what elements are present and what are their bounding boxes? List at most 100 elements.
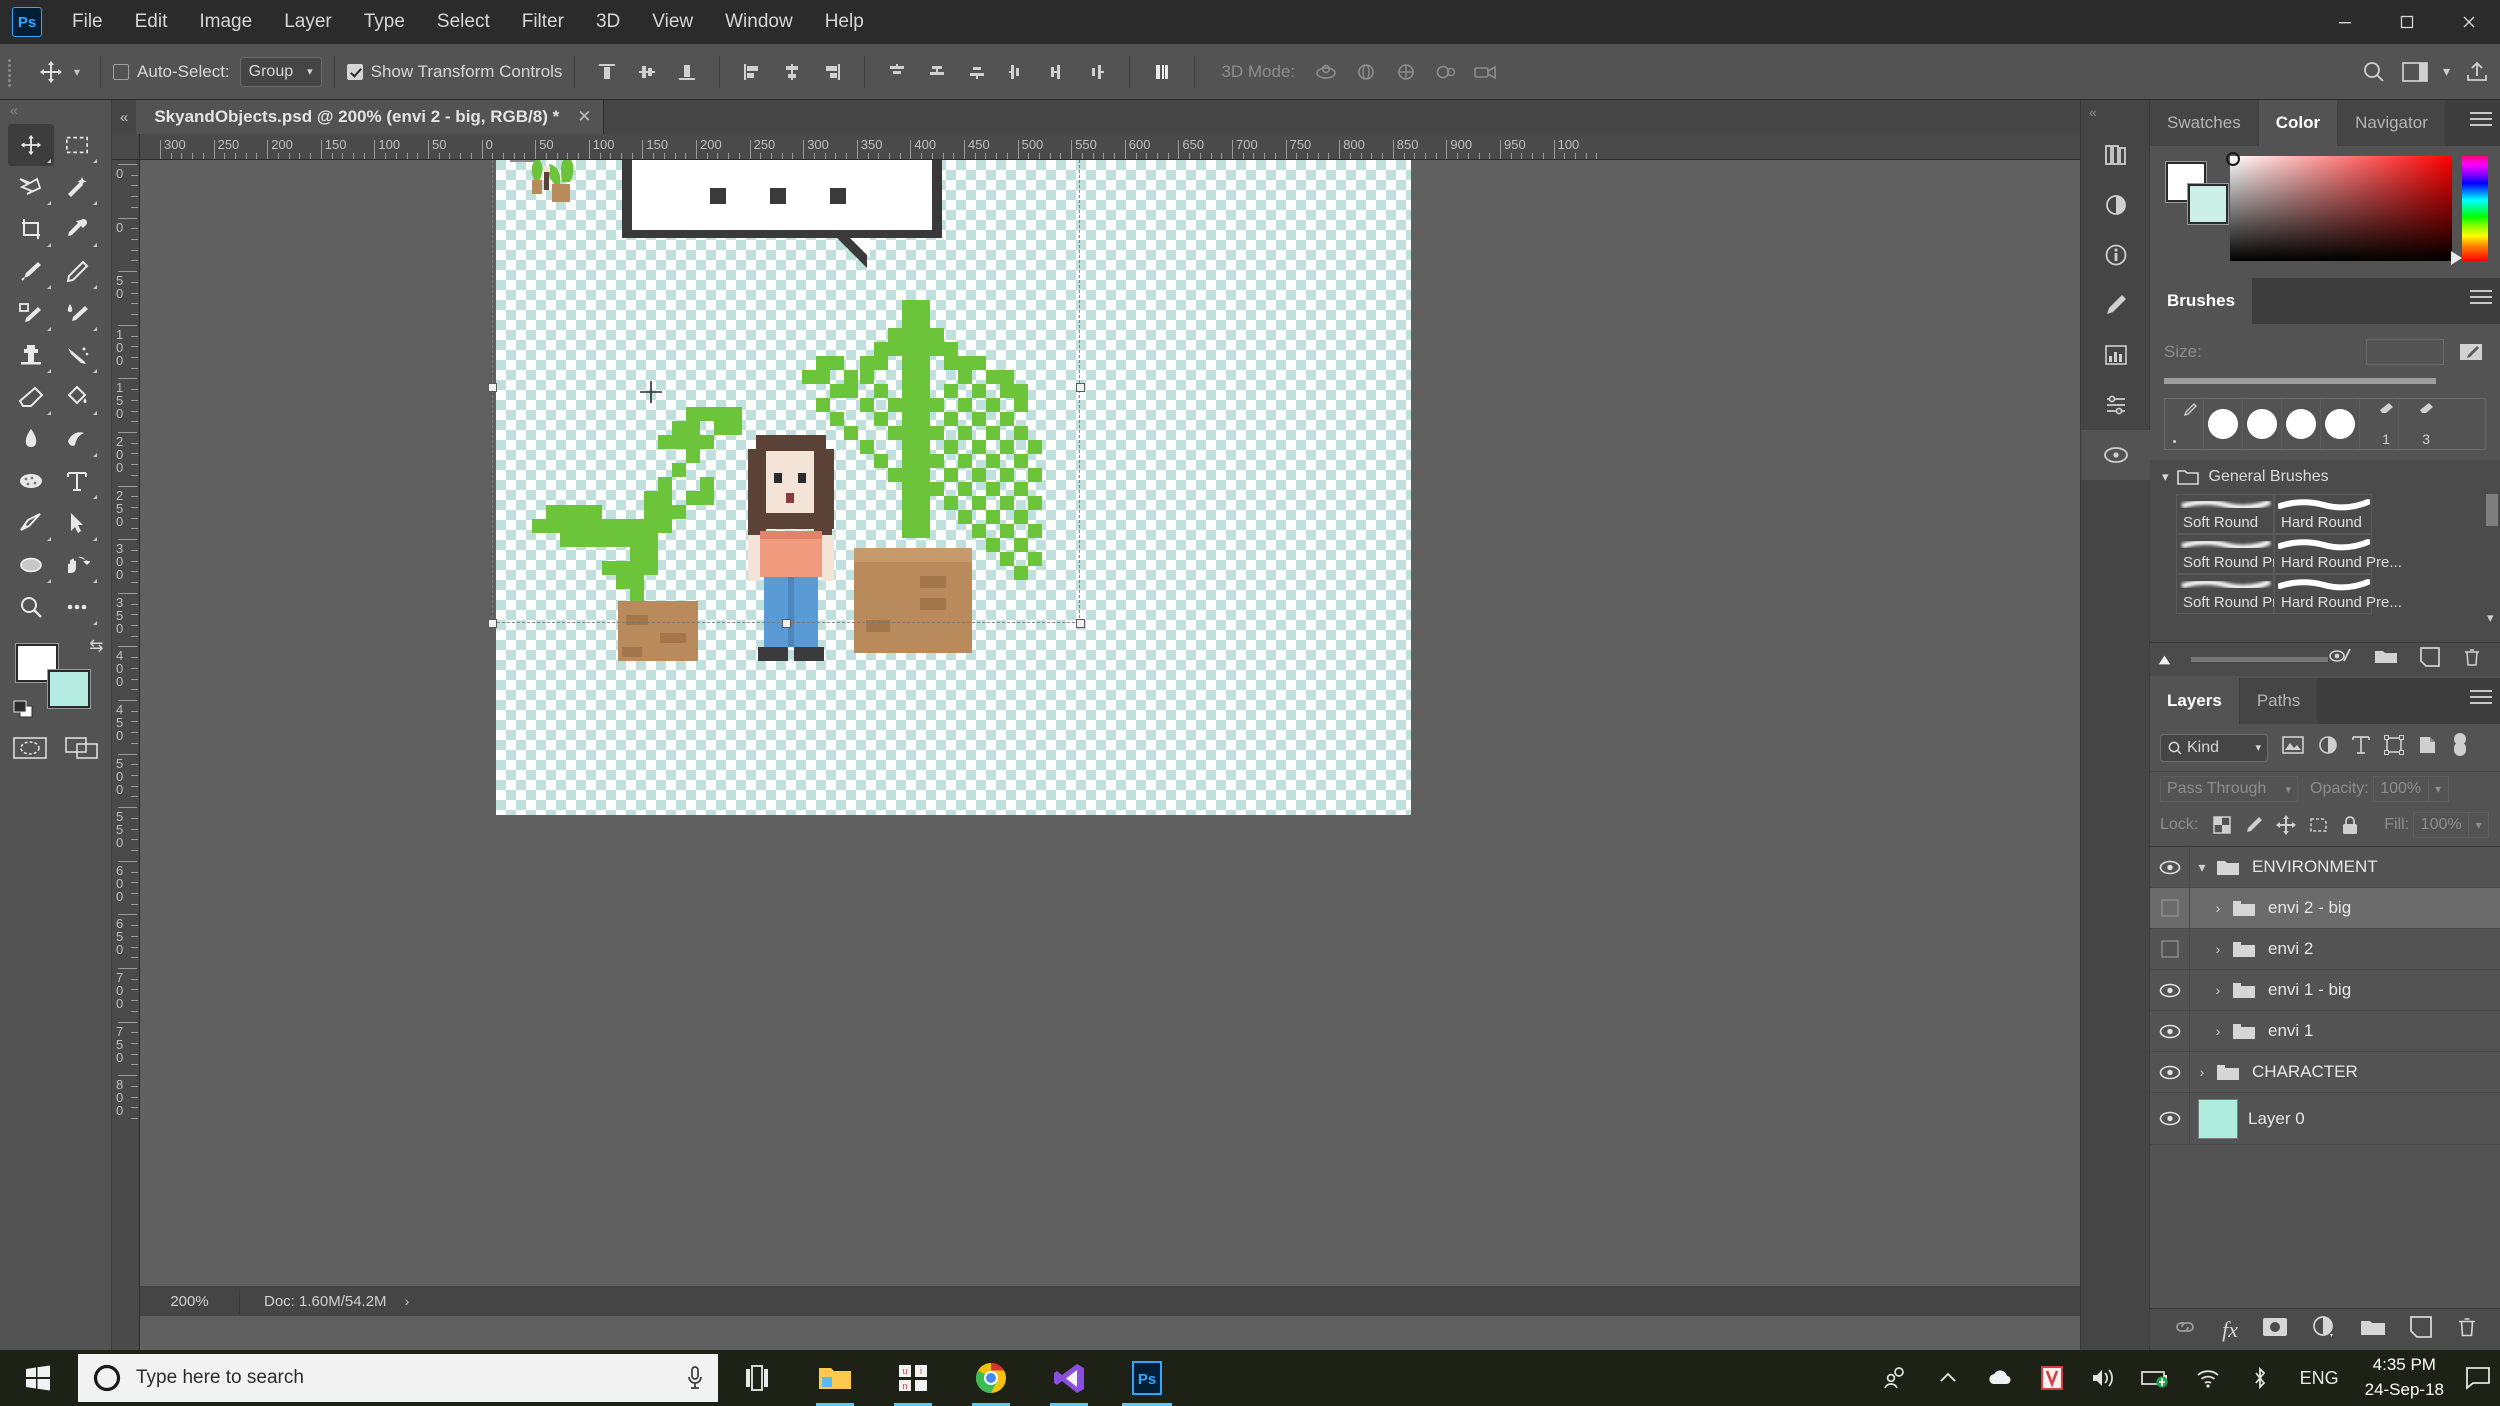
- layer-visibility-toggle[interactable]: [2150, 1011, 2190, 1051]
- antivirus-icon[interactable]: [2026, 1350, 2078, 1406]
- auto-select-scope-dropdown[interactable]: Group ▾: [239, 56, 322, 87]
- panel-menu-icon[interactable]: [2470, 290, 2492, 308]
- layer-visibility-toggle[interactable]: [2150, 1052, 2190, 1092]
- delete-brush-icon[interactable]: [2462, 647, 2482, 672]
- layer-row-layer-0[interactable]: Layer 0: [2150, 1093, 2500, 1145]
- pan-3d-icon[interactable]: [1389, 55, 1423, 89]
- brush-preset-hard-round-pressure-2[interactable]: Hard Round Pre...: [2274, 574, 2402, 614]
- align-top-edges-icon[interactable]: [590, 55, 624, 89]
- artboard-transparent-checker[interactable]: [496, 160, 1411, 815]
- crop-tool[interactable]: [8, 208, 54, 250]
- chevron-down-icon[interactable]: ▾: [2162, 469, 2169, 485]
- move-tool[interactable]: [8, 124, 54, 166]
- path-selection-tool[interactable]: [54, 502, 100, 544]
- collapse-panels-icon[interactable]: «: [112, 109, 136, 134]
- brush-tip-3[interactable]: [2282, 399, 2321, 449]
- show-hidden-icons-chevron-up[interactable]: [1922, 1350, 1974, 1406]
- dodge-tool[interactable]: [54, 418, 100, 460]
- taskbar-app-google-chrome[interactable]: [952, 1350, 1030, 1406]
- brush-tip-5[interactable]: 1: [2360, 399, 2399, 449]
- opacity-value[interactable]: 100%: [2372, 776, 2429, 802]
- cortana-circle-icon[interactable]: [92, 1363, 122, 1393]
- align-vertical-centers-icon[interactable]: [630, 55, 664, 89]
- mixer-brush-tool[interactable]: [54, 292, 100, 334]
- distribute-horizontal-centers-icon[interactable]: [1040, 55, 1074, 89]
- distribute-left-edges-icon[interactable]: [1000, 55, 1034, 89]
- maximize-button[interactable]: [2376, 0, 2438, 44]
- rectangular-marquee-tool[interactable]: [54, 124, 100, 166]
- layer-row-envi-1[interactable]: › envi 1: [2150, 1011, 2500, 1052]
- distribute-right-edges-icon[interactable]: [1080, 55, 1114, 89]
- filter-toggle-icon[interactable]: [2452, 732, 2468, 763]
- layer-visibility-toggle[interactable]: [2150, 970, 2190, 1010]
- new-group-icon[interactable]: [2360, 1317, 2386, 1342]
- blend-mode-dropdown[interactable]: Pass Through ▾: [2160, 776, 2298, 802]
- clone-stamp-tool[interactable]: [8, 334, 54, 376]
- taskbar-search-box[interactable]: Type here to search: [78, 1354, 718, 1402]
- link-layers-icon[interactable]: [2172, 1318, 2198, 1341]
- distribute-top-edges-icon[interactable]: [880, 55, 914, 89]
- rail-grip[interactable]: «: [2089, 104, 2097, 120]
- taskbar-app-file-explorer[interactable]: [796, 1350, 874, 1406]
- tab-swatches[interactable]: Swatches: [2150, 100, 2259, 146]
- toggle-brush-preview-icon[interactable]: [2328, 647, 2352, 672]
- brush-preview-toggle-icon[interactable]: [2158, 653, 2171, 667]
- slide-3d-icon[interactable]: [1429, 55, 1463, 89]
- group-expand-chevron-right-icon[interactable]: ›: [2206, 900, 2230, 916]
- libraries-icon[interactable]: [2081, 130, 2151, 180]
- align-right-edges-icon[interactable]: [815, 55, 849, 89]
- brush-footer-slider[interactable]: [2190, 657, 2328, 662]
- options-bar-grip[interactable]: [4, 55, 20, 89]
- menu-select[interactable]: Select: [421, 0, 506, 44]
- filter-type-icon[interactable]: [2352, 735, 2370, 760]
- lock-position-icon[interactable]: [2274, 813, 2298, 837]
- battery-icon[interactable]: [2130, 1350, 2182, 1406]
- tools-panel-grip[interactable]: «: [0, 100, 111, 120]
- new-brush-icon[interactable]: [2420, 647, 2440, 672]
- distribute-bottom-edges-icon[interactable]: [960, 55, 994, 89]
- menu-image[interactable]: Image: [183, 0, 268, 44]
- hue-slider-thumb[interactable]: [2451, 251, 2462, 265]
- layer-visibility-toggle[interactable]: [2150, 1093, 2190, 1144]
- taskbar-app-unity-hub[interactable]: u i n: [874, 1350, 952, 1406]
- taskbar-app-visual-studio-code[interactable]: [1030, 1350, 1108, 1406]
- screen-mode-icon[interactable]: [64, 736, 99, 765]
- color-picker-marker[interactable]: [2226, 152, 2240, 166]
- brush-preset-soft-round[interactable]: Soft Round: [2176, 494, 2274, 534]
- filter-adjustment-icon[interactable]: [2318, 735, 2338, 760]
- spot-healing-brush-tool[interactable]: [8, 292, 54, 334]
- menu-filter[interactable]: Filter: [506, 0, 580, 44]
- search-icon[interactable]: [2361, 59, 2387, 85]
- layer-row-character[interactable]: › CHARACTER: [2150, 1052, 2500, 1093]
- brush-tip-1[interactable]: [2204, 399, 2243, 449]
- horizontal-type-tool[interactable]: [54, 460, 100, 502]
- opacity-chevron-down-icon[interactable]: ▾: [2428, 776, 2449, 802]
- hue-slider[interactable]: [2451, 156, 2488, 265]
- color-spectrum-field[interactable]: [2226, 152, 2452, 261]
- filter-shape-icon[interactable]: [2384, 735, 2404, 760]
- chevron-down-icon[interactable]: ▾: [2487, 610, 2494, 626]
- align-left-edges-icon[interactable]: [735, 55, 769, 89]
- new-brush-group-icon[interactable]: [2374, 647, 2398, 672]
- brush-tool[interactable]: [8, 250, 54, 292]
- sponge-tool[interactable]: [8, 460, 54, 502]
- tab-brushes[interactable]: Brushes: [2150, 278, 2254, 324]
- layer-visibility-toggle[interactable]: [2150, 929, 2190, 969]
- horizontal-ruler[interactable]: 300 250 200 150 100 50 0 50 100 150 200 250 300 350 40…: [140, 134, 2080, 160]
- delete-layer-icon[interactable]: [2456, 1316, 2478, 1343]
- background-color-swatch[interactable]: [2188, 184, 2228, 224]
- zoom-tool[interactable]: [8, 586, 54, 628]
- taskbar-app-adobe-photoshop[interactable]: Ps: [1108, 1350, 1186, 1406]
- layer-filter-kind-dropdown[interactable]: Kind ▾: [2160, 733, 2268, 762]
- ellipse-tool[interactable]: [8, 544, 54, 586]
- onedrive-icon[interactable]: [1974, 1350, 2026, 1406]
- brush-group-general[interactable]: ▾ General Brushes: [2150, 460, 2500, 494]
- group-expand-chevron-right-icon[interactable]: ›: [2206, 1023, 2230, 1039]
- info-icon[interactable]: [2081, 230, 2151, 280]
- lasso-tool[interactable]: [8, 166, 54, 208]
- tab-paths[interactable]: Paths: [2239, 678, 2319, 724]
- network-wifi-icon[interactable]: [2182, 1350, 2234, 1406]
- group-expand-chevron-right-icon[interactable]: ›: [2206, 941, 2230, 957]
- lock-artboard-icon[interactable]: [2306, 813, 2330, 837]
- canvas-area[interactable]: [140, 160, 2080, 1350]
